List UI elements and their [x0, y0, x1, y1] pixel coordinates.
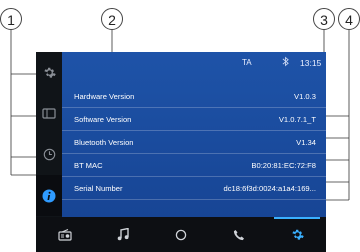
callout-1: 1 — [0, 8, 22, 30]
callout-4: 4 — [338, 8, 360, 30]
info-label: Hardware Version — [74, 92, 135, 101]
sidebar-item-settings[interactable] — [36, 52, 62, 93]
tab-radio[interactable] — [36, 217, 94, 252]
display-icon — [42, 108, 56, 119]
tab-home[interactable] — [152, 217, 210, 252]
tab-music[interactable] — [94, 217, 152, 252]
system-info-panel: TA 13:15 Hardware Version V1.0.3 Softwar… — [62, 52, 326, 217]
info-row-bluetooth-version: Bluetooth Version V1.34 — [62, 131, 326, 154]
sidebar-item-clock[interactable] — [36, 134, 62, 175]
info-label: BT MAC — [74, 161, 103, 170]
info-icon — [42, 189, 56, 202]
status-bar: TA 13:15 — [62, 52, 326, 72]
home-icon — [175, 229, 187, 240]
info-row-bt-mac: BT MAC B0:20:81:EC:72:F8 — [62, 154, 326, 177]
info-value: V1.34 — [296, 138, 316, 147]
info-row-software-version: Software Version V1.0.7.1_T — [62, 108, 326, 131]
info-value: V1.0.3 — [294, 92, 316, 101]
gear-icon — [291, 229, 304, 240]
sidebar-item-display[interactable] — [36, 93, 62, 134]
bottom-nav — [36, 217, 326, 252]
phone-icon — [233, 229, 244, 240]
clock-time: 13:15 — [300, 58, 322, 68]
gear-icon — [43, 67, 56, 78]
tab-phone[interactable] — [210, 217, 268, 252]
sidebar — [36, 52, 62, 217]
music-icon — [117, 228, 129, 241]
info-value: B0:20:81:EC:72:F8 — [251, 161, 316, 170]
bluetooth-icon — [282, 56, 289, 69]
info-list: Hardware Version V1.0.3 Software Version… — [62, 85, 326, 200]
clock-icon — [43, 148, 55, 161]
ta-indicator: TA — [242, 58, 252, 67]
callout-2: 2 — [101, 8, 123, 30]
head-unit-screen: TA 13:15 Hardware Version V1.0.3 Softwar… — [36, 52, 326, 252]
info-row-hardware-version: Hardware Version V1.0.3 — [62, 85, 326, 108]
info-row-serial-number: Serial Number dc18:6f3d:0024:a1a4:169... — [62, 177, 326, 200]
info-label: Serial Number — [74, 184, 123, 193]
info-value: V1.0.7.1_T — [278, 115, 316, 124]
tab-settings[interactable] — [268, 217, 326, 252]
info-label: Bluetooth Version — [74, 138, 134, 147]
info-label: Software Version — [74, 115, 132, 124]
sidebar-item-info[interactable] — [36, 175, 62, 216]
info-value: dc18:6f3d:0024:a1a4:169... — [223, 184, 316, 193]
callout-3: 3 — [313, 8, 335, 30]
radio-icon — [58, 228, 72, 241]
